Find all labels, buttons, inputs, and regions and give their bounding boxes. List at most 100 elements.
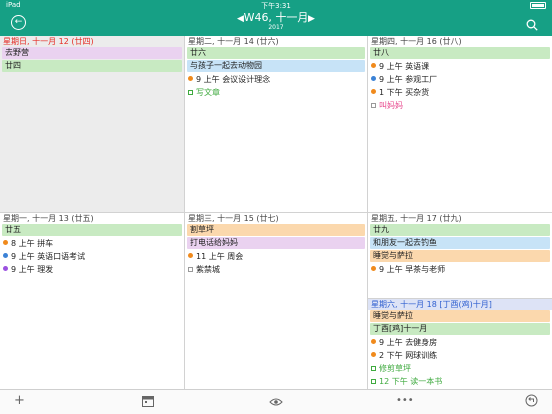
status-bar: iPad 下午3:31 — [0, 1, 552, 10]
event-item[interactable]: 9 上午 参观工厂 — [368, 73, 552, 86]
event-item[interactable]: 9 上午 去健身房 — [368, 336, 552, 349]
day-cell-sunday[interactable]: 星期日, 十一月 12 (廿四) 去野营 廿四 — [0, 36, 184, 212]
event-time: 9 上午 — [11, 252, 35, 261]
lunar-date-bar[interactable]: 廿九 — [370, 224, 550, 236]
lunar-date-bar[interactable]: 廿五 — [2, 224, 182, 236]
week-grid: 星期日, 十一月 12 (廿四) 去野营 廿四 星期一, 十一月 13 (廿五)… — [0, 36, 552, 389]
task-item[interactable]: 修剪草坪 — [368, 362, 552, 375]
year-label: 2017 — [268, 24, 284, 31]
event-title: 英语口语考试 — [37, 252, 86, 261]
row-divider — [368, 298, 552, 299]
event-dot-icon — [371, 339, 376, 344]
event-item[interactable]: 11 上午 周会 — [185, 250, 367, 263]
day-header: 星期三, 十一月 15 (廿七) — [188, 214, 279, 223]
event-title: 网球训练 — [405, 351, 438, 360]
header-bar: iPad 下午3:31 ← ◀ W46, 十一月 2017 ▶ — [0, 0, 552, 36]
event-dot-icon — [188, 253, 193, 258]
allday-event[interactable]: 与孩子一起去动物园 — [187, 60, 365, 72]
checkbox-icon[interactable] — [371, 366, 376, 371]
day-cell-monday[interactable]: 星期一, 十一月 13 (廿五) 廿五 8 上午 拼车 9 上午 英语口语考试 … — [0, 213, 184, 389]
bottom-toolbar: + ••• — [0, 389, 552, 414]
task-item[interactable]: 紫禁城 — [185, 263, 367, 276]
checkbox-icon[interactable] — [371, 379, 376, 384]
allday-event[interactable]: 睡觉与萨拉 — [370, 250, 550, 262]
event-title: 理发 — [37, 265, 54, 274]
day-header: 星期五, 十一月 17 (廿九) — [371, 214, 462, 223]
day-header: 星期日, 十一月 12 (廿四) — [3, 37, 94, 46]
day-header: 星期四, 十一月 16 (廿八) — [371, 37, 462, 46]
task-title: 读一本书 — [410, 377, 443, 386]
battery-icon — [530, 2, 546, 9]
lunar-date-bar[interactable]: 廿四 — [2, 60, 182, 72]
event-dot-icon — [371, 76, 376, 81]
lunar-date-bar[interactable]: 廿八 — [370, 47, 550, 59]
event-item[interactable]: 9 上午 早茶与老师 — [368, 263, 552, 276]
event-dot-icon — [3, 240, 8, 245]
allday-event[interactable]: 去野营 — [2, 47, 182, 59]
plus-icon[interactable]: + — [14, 393, 25, 409]
task-item[interactable]: 叫妈妈 — [368, 99, 552, 112]
event-title: 会议设计理念 — [222, 75, 271, 84]
event-item[interactable]: 1 下午 买杂货 — [368, 86, 552, 99]
task-title: 叫妈妈 — [379, 101, 403, 110]
allday-event[interactable]: 睡觉与萨拉 — [370, 310, 550, 322]
event-dot-icon — [3, 253, 8, 258]
event-time: 9 上午 — [379, 265, 403, 274]
event-title: 英语课 — [405, 62, 430, 71]
task-time: 12 下午 — [379, 377, 408, 386]
task-item[interactable]: 写文章 — [185, 86, 367, 99]
task-title: 紫禁城 — [196, 265, 220, 274]
event-title: 周会 — [227, 252, 244, 261]
search-icon[interactable] — [526, 16, 538, 35]
event-title: 参观工厂 — [405, 75, 438, 84]
row-divider — [0, 212, 552, 213]
day-cell-saturday[interactable]: 星期六, 十一月 18 [丁酉(鸡)十月] 睡觉与萨拉 丁酉[鸡]十一月 9 上… — [368, 299, 552, 389]
event-time: 9 上午 — [379, 62, 403, 71]
event-dot-icon — [3, 266, 8, 271]
allday-event[interactable]: 割草坪 — [187, 224, 365, 236]
ellipsis-icon[interactable]: ••• — [396, 393, 414, 409]
event-time: 9 上午 — [379, 75, 403, 84]
checkbox-icon[interactable] — [188, 267, 193, 272]
day-cell-wednesday[interactable]: 星期三, 十一月 15 (廿七) 割草坪 打电话给妈妈 11 上午 周会 紫禁城 — [185, 213, 367, 389]
allday-event[interactable]: 打电话给妈妈 — [187, 237, 365, 249]
status-time: 下午3:31 — [261, 2, 291, 10]
checkbox-icon[interactable] — [188, 90, 193, 95]
event-item[interactable]: 8 上午 拼车 — [0, 237, 184, 250]
day-cell-thursday[interactable]: 星期四, 十一月 16 (廿八) 廿八 9 上午 英语课 9 上午 参观工厂 1… — [368, 36, 552, 212]
allday-event[interactable]: 和朋友一起去钓鱼 — [370, 237, 550, 249]
event-item[interactable]: 9 上午 英语课 — [368, 60, 552, 73]
event-item[interactable]: 9 上午 会议设计理念 — [185, 73, 367, 86]
event-title: 去健身房 — [405, 338, 438, 347]
event-item[interactable]: 2 下午 网球训练 — [368, 349, 552, 362]
event-dot-icon — [371, 266, 376, 271]
day-cell-friday[interactable]: 星期五, 十一月 17 (廿九) 廿九 和朋友一起去钓鱼 睡觉与萨拉 9 上午 … — [368, 213, 552, 297]
calendar-app: iPad 下午3:31 ← ◀ W46, 十一月 2017 ▶ 星期日, 十一月… — [0, 0, 552, 414]
day-header: 星期六, 十一月 18 [丁酉(鸡)十月] — [368, 299, 552, 310]
checkbox-icon[interactable] — [371, 103, 376, 108]
event-title: 拼车 — [37, 239, 54, 248]
event-item[interactable]: 9 上午 理发 — [0, 263, 184, 276]
event-dot-icon — [371, 352, 376, 357]
event-time: 9 上午 — [196, 75, 220, 84]
task-item[interactable]: 12 下午 读一本书 — [368, 375, 552, 388]
event-dot-icon — [188, 76, 193, 81]
calendar-icon[interactable] — [142, 395, 154, 412]
event-dot-icon — [371, 89, 376, 94]
day-cell-tuesday[interactable]: 星期二, 十一月 14 (廿六) 廿六 与孩子一起去动物园 9 上午 会议设计理… — [185, 36, 367, 212]
day-header: 星期二, 十一月 14 (廿六) — [188, 37, 279, 46]
event-title: 早茶与老师 — [405, 265, 446, 274]
next-week-icon[interactable]: ▶ — [308, 14, 315, 24]
sync-icon[interactable] — [525, 394, 538, 412]
event-time: 11 上午 — [196, 252, 225, 261]
lunar-date-bar[interactable]: 丁酉[鸡]十一月 — [370, 323, 550, 335]
eye-icon[interactable] — [269, 396, 283, 412]
event-time: 8 上午 — [11, 239, 35, 248]
lunar-date-bar[interactable]: 廿六 — [187, 47, 365, 59]
event-time: 1 下午 — [379, 88, 403, 97]
event-item[interactable]: 9 上午 英语口语考试 — [0, 250, 184, 263]
week-title[interactable]: W46, 十一月 — [0, 11, 552, 25]
event-time: 2 下午 — [379, 351, 403, 360]
event-time: 9 上午 — [379, 338, 403, 347]
task-title: 写文章 — [196, 88, 220, 97]
